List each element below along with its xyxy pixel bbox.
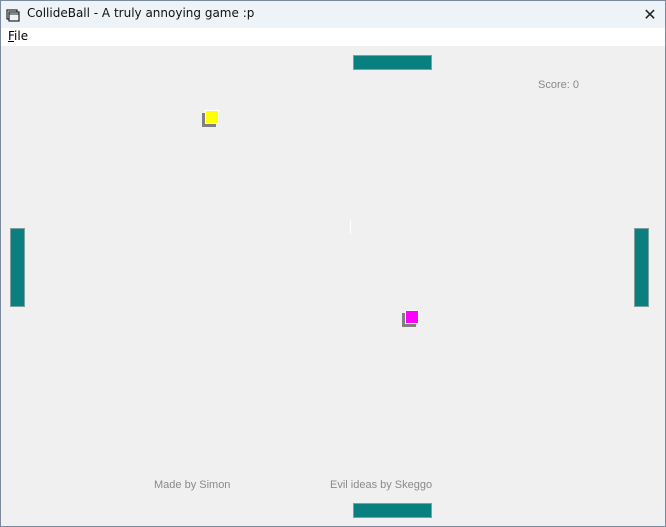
bottom-paddle xyxy=(353,503,432,518)
game-area[interactable]: Score: 0 Made by Simon Evil ideas by Ske… xyxy=(1,46,665,526)
menu-bar: File xyxy=(1,28,665,46)
menu-item-file[interactable]: File xyxy=(8,29,28,43)
center-mark xyxy=(350,220,351,234)
magenta-ball xyxy=(402,310,419,327)
window-title: CollideBall - A truly annoying game :p xyxy=(27,6,255,20)
top-paddle xyxy=(353,55,432,70)
ball-face xyxy=(405,310,419,324)
close-button[interactable]: ✕ xyxy=(635,1,665,28)
close-icon: ✕ xyxy=(643,5,657,24)
ball-face xyxy=(205,110,219,124)
score-label: Score: 0 xyxy=(538,79,579,91)
right-paddle xyxy=(634,228,649,307)
made-by-credit: Made by Simon xyxy=(154,479,231,491)
game-window-icon xyxy=(6,7,20,22)
title-bar[interactable]: CollideBall - A truly annoying game :p ✕ xyxy=(1,1,665,28)
left-paddle xyxy=(10,228,25,307)
evil-ideas-credit: Evil ideas by Skeggo xyxy=(330,479,433,491)
game-window: CollideBall - A truly annoying game :p ✕… xyxy=(0,0,666,527)
menu-item-file-label: ile xyxy=(14,29,29,43)
yellow-ball xyxy=(202,110,219,127)
